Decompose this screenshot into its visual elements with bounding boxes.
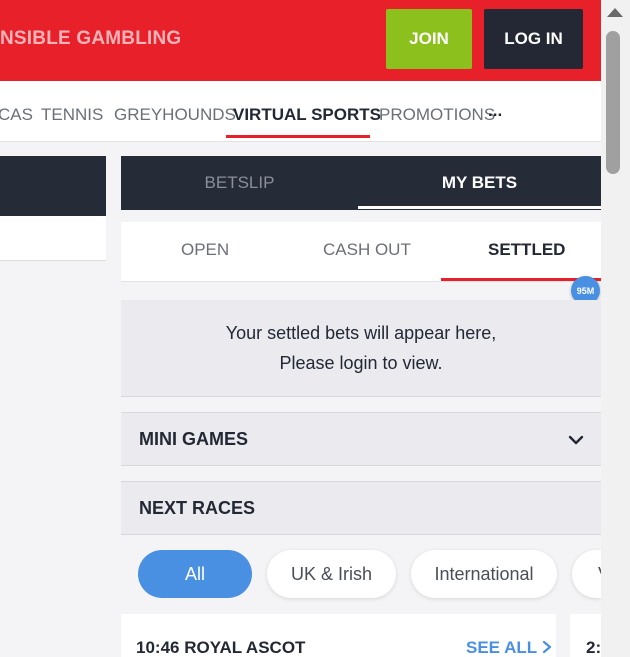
message-line-1: Your settled bets will appear here, — [225, 323, 497, 343]
nav-active-indicator — [226, 135, 370, 138]
see-all-link[interactable]: SEE ALL — [466, 638, 552, 657]
left-panel-header — [0, 156, 106, 216]
tab-my-bets[interactable]: MY BETS — [358, 156, 601, 210]
chevron-right-icon — [542, 640, 551, 654]
race-card: 10:46 ROYAL ASCOT SEE ALL — [121, 614, 556, 657]
race-title: 10:46 ROYAL ASCOT — [136, 638, 306, 657]
nav-item-casino[interactable]: CAS — [0, 105, 33, 125]
my-bets-active-indicator — [358, 206, 601, 209]
nav-item-virtual-sports[interactable]: VIRTUAL SPORTS — [233, 105, 381, 125]
nav-item-promotions[interactable]: PROMOTIONS — [379, 105, 495, 125]
filter-uk-irish[interactable]: UK & Irish — [267, 550, 396, 598]
next-races-section: NEXT RACES — [121, 481, 601, 535]
sports-nav: CAS TENNIS GREYHOUNDS VIRTUAL SPORTS PRO… — [0, 81, 601, 142]
filter-international[interactable]: International — [411, 550, 557, 598]
betslip-tabs: BETSLIP MY BETS — [121, 156, 601, 210]
tab-settled[interactable]: SETTLED — [488, 240, 565, 260]
scrollbar-thumb[interactable] — [606, 31, 620, 174]
nav-item-greyhounds[interactable]: GREYHOUNDS — [114, 105, 236, 125]
next-races-title: NEXT RACES — [139, 498, 256, 518]
see-all-label: SEE ALL — [466, 638, 537, 657]
filter-all[interactable]: All — [138, 550, 252, 598]
header-bar: NSIBLE GAMBLING JOIN LOG IN — [0, 0, 601, 81]
responsible-gambling-link[interactable]: NSIBLE GAMBLING — [0, 28, 181, 50]
settled-bets-message: Your settled bets will appear here, Plea… — [121, 300, 601, 397]
mini-games-title: MINI GAMES — [139, 429, 249, 449]
nav-more-button[interactable]: ... — [488, 101, 502, 121]
tab-betslip[interactable]: BETSLIP — [121, 156, 358, 210]
left-panel-body — [0, 216, 106, 261]
login-button[interactable]: LOG IN — [484, 9, 583, 69]
bet-status-tabs: OPEN CASH OUT SETTLED — [121, 222, 601, 282]
scrollbar[interactable] — [601, 0, 630, 657]
tab-open[interactable]: OPEN — [181, 240, 229, 260]
message-line-2: Please login to view. — [279, 353, 443, 373]
join-button[interactable]: JOIN — [386, 9, 472, 69]
nav-item-tennis[interactable]: TENNIS — [41, 105, 103, 125]
filter-virtual[interactable]: V — [572, 550, 601, 598]
mini-games-section[interactable]: MINI GAMES — [121, 412, 601, 466]
chevron-down-icon[interactable] — [567, 431, 585, 449]
tab-cash-out[interactable]: CASH OUT — [323, 240, 411, 260]
scroll-up-arrow-icon[interactable] — [607, 8, 623, 17]
race-card: 2: — [570, 614, 601, 657]
race-title: 2: — [586, 638, 601, 657]
